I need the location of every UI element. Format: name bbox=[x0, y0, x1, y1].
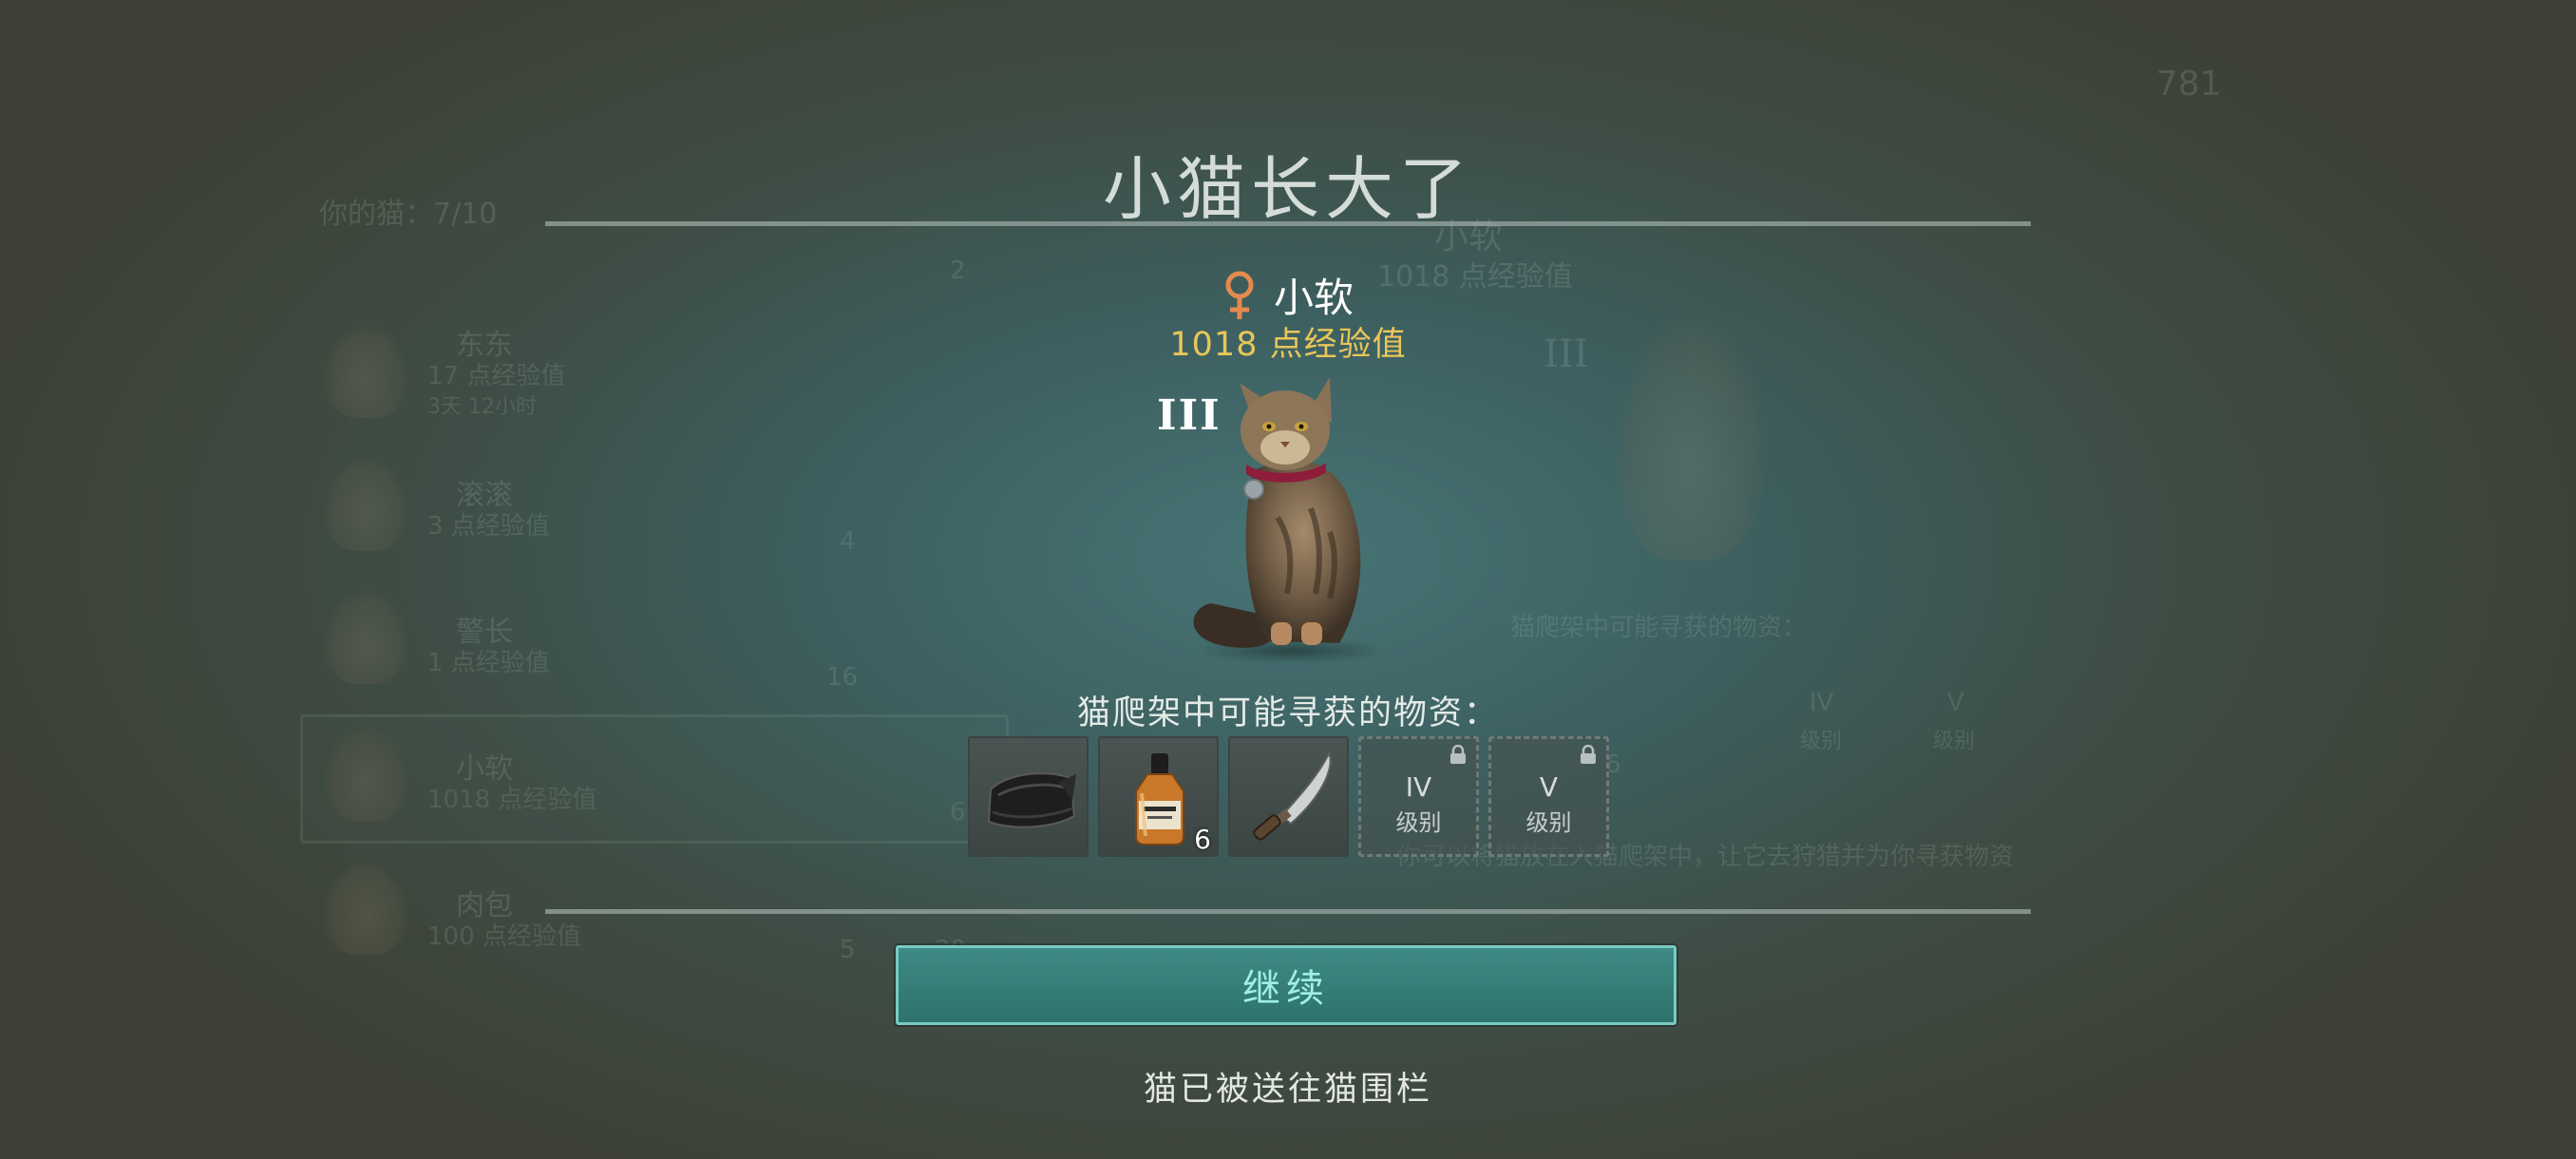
cat-name: 小软 bbox=[1273, 275, 1354, 321]
lock-icon bbox=[1581, 745, 1596, 764]
item-count: 5 bbox=[840, 936, 856, 964]
leather-icon bbox=[987, 772, 1076, 828]
loot-slots: 6 IV 级别 V 级别 bbox=[968, 736, 1609, 857]
list-cat-thumb bbox=[323, 589, 408, 684]
item-count: 6 bbox=[950, 798, 966, 826]
loot-slot[interactable] bbox=[968, 736, 1089, 857]
cat-portrait bbox=[1193, 377, 1387, 664]
list-item-timer: 3天 12小时 bbox=[427, 395, 537, 419]
loot-caption: 猫爬架中可能寻获的物资： bbox=[1076, 694, 1499, 732]
continue-button[interactable]: 继续 bbox=[896, 945, 1676, 1025]
machete-icon bbox=[1253, 750, 1332, 841]
currency-amount: 781 bbox=[2156, 65, 2222, 104]
list-item-xp: 3 点经验值 bbox=[427, 512, 550, 541]
slot-level-numeral: V bbox=[1539, 771, 1559, 803]
list-item-xp: 1018 点经验值 bbox=[427, 786, 597, 814]
lock-icon bbox=[1450, 745, 1466, 764]
list-item-xp: 1 点经验值 bbox=[427, 649, 550, 677]
cat-name-row: 小软 bbox=[0, 266, 2576, 324]
list-item-xp: 100 点经验值 bbox=[427, 922, 581, 951]
list-cat-thumb bbox=[323, 727, 408, 822]
status-message: 猫已被送往猫围栏 bbox=[1143, 1071, 1432, 1109]
bottom-divider bbox=[545, 909, 2031, 914]
dialog-title: 小猫长大了 bbox=[1102, 149, 1473, 229]
slot-level-label: 级别 bbox=[1525, 809, 1572, 836]
locked-loot-slot[interactable]: IV 级别 bbox=[1358, 736, 1479, 857]
detail-loot-caption: 猫爬架中可能寻获的物资： bbox=[1510, 614, 1808, 642]
list-cat-thumb bbox=[323, 456, 408, 551]
female-icon bbox=[1225, 271, 1254, 319]
locked-loot-slot[interactable]: V 级别 bbox=[1488, 736, 1609, 857]
slot-level-label: 级别 bbox=[1395, 809, 1442, 836]
cat-xp: 1018 点经验值 bbox=[1169, 326, 1407, 364]
item-quantity: 6 bbox=[1194, 824, 1211, 855]
item-count: 4 bbox=[840, 527, 856, 556]
loot-slot[interactable]: 6 bbox=[1098, 736, 1219, 857]
loot-slot[interactable] bbox=[1228, 736, 1349, 857]
slot-level-numeral: IV bbox=[1405, 771, 1432, 803]
title-divider bbox=[545, 221, 2031, 226]
list-cat-thumb bbox=[323, 860, 408, 955]
